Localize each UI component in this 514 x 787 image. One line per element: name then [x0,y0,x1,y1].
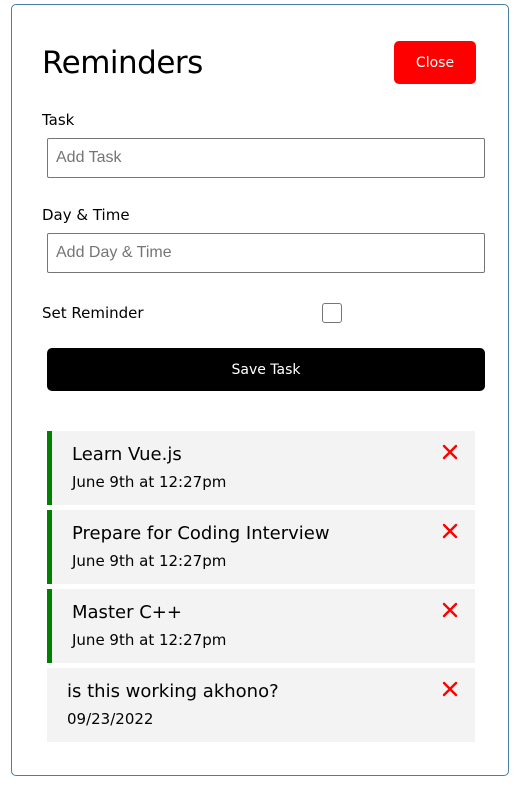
task-input[interactable] [47,138,485,178]
task-item[interactable]: Learn Vue.js June 9th at 12:27pm [47,431,475,505]
task-item[interactable]: Prepare for Coding Interview June 9th at… [47,510,475,584]
delete-icon[interactable] [441,522,459,540]
task-item[interactable]: Master C++ June 9th at 12:27pm [47,589,475,663]
task-title: Learn Vue.js [72,444,182,465]
save-task-button[interactable]: Save Task [47,348,485,391]
set-reminder-label: Set Reminder [42,304,144,322]
set-reminder-checkbox[interactable] [322,303,342,323]
task-day: June 9th at 12:27pm [72,552,227,570]
task-title: Prepare for Coding Interview [72,523,330,544]
day-time-input[interactable] [47,233,485,273]
delete-icon[interactable] [441,443,459,461]
reminders-panel: Reminders Close Task Day & Time Set Remi… [11,4,509,776]
task-label: Task [42,111,75,129]
day-time-label: Day & Time [42,206,130,224]
task-title: Master C++ [72,602,182,623]
task-item[interactable]: is this working akhono? 09/23/2022 [47,668,475,742]
task-title: is this working akhono? [67,681,279,702]
task-day: June 9th at 12:27pm [72,631,227,649]
header: Reminders Close [42,41,476,89]
delete-icon[interactable] [441,601,459,619]
delete-icon[interactable] [441,680,459,698]
task-day: 09/23/2022 [67,710,154,728]
task-day: June 9th at 12:27pm [72,473,227,491]
page-title: Reminders [42,45,203,81]
close-button[interactable]: Close [394,41,476,84]
